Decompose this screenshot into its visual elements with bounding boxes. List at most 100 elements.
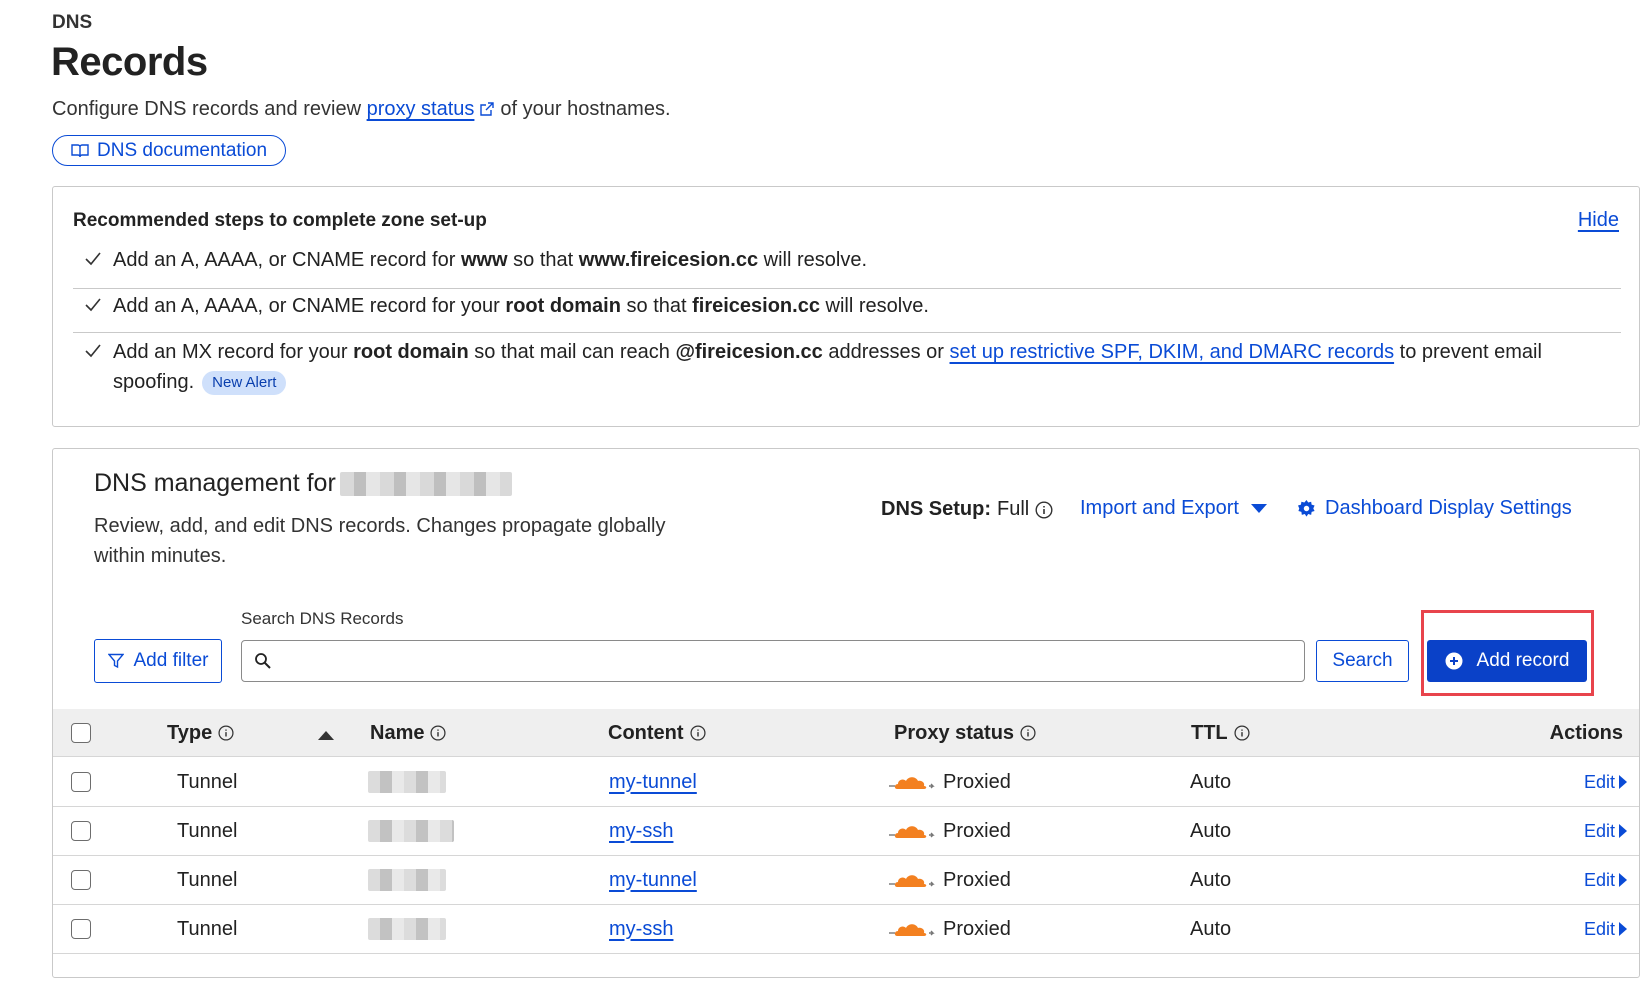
content-link[interactable]: my-ssh bbox=[609, 918, 673, 941]
cell-name bbox=[368, 905, 446, 953]
breadcrumb: DNS bbox=[52, 12, 93, 33]
proxy-status-text: Proxied bbox=[943, 770, 1011, 793]
caret-right-icon bbox=[1619, 873, 1627, 887]
cell-content: my-tunnel bbox=[609, 856, 697, 904]
redacted-name bbox=[368, 820, 454, 842]
column-type[interactable]: Type bbox=[167, 709, 234, 757]
table-row[interactable]: Tunnel my-tunnel Proxied Auto Edit bbox=[53, 856, 1639, 905]
column-ttl[interactable]: TTL bbox=[1191, 709, 1250, 757]
edit-label: Edit bbox=[1583, 918, 1615, 939]
column-content[interactable]: Content bbox=[608, 709, 706, 757]
info-icon[interactable] bbox=[689, 725, 706, 741]
filter-icon bbox=[107, 653, 124, 669]
orange-cloud-icon bbox=[889, 826, 935, 838]
row-checkbox[interactable] bbox=[71, 821, 91, 841]
edit-label: Edit bbox=[1583, 869, 1615, 890]
dns-management-title: DNS management for bbox=[94, 469, 512, 498]
step-bold: root domain bbox=[505, 295, 621, 317]
step-bold: @fireicesion.cc bbox=[675, 341, 823, 363]
content-link[interactable]: my-tunnel bbox=[609, 771, 697, 794]
orange-cloud-icon bbox=[889, 777, 935, 789]
info-icon[interactable] bbox=[1035, 500, 1053, 519]
check-icon bbox=[85, 344, 101, 358]
info-icon[interactable] bbox=[430, 725, 447, 741]
step-bold: root domain bbox=[353, 341, 469, 363]
edit-button[interactable]: Edit bbox=[1584, 919, 1627, 940]
subtitle-text: Configure DNS records and review bbox=[52, 98, 367, 120]
edit-button[interactable]: Edit bbox=[1584, 772, 1627, 793]
cell-actions: Edit bbox=[1584, 856, 1627, 904]
dns-management-card: DNS management for Review, add, and edit… bbox=[52, 448, 1640, 978]
proxy-status-text: Proxied bbox=[943, 868, 1011, 891]
caret-right-icon bbox=[1619, 824, 1627, 838]
info-icon[interactable] bbox=[1020, 725, 1036, 741]
row-checkbox[interactable] bbox=[71, 772, 91, 792]
edit-label: Edit bbox=[1583, 771, 1615, 792]
dashboard-display-settings-link[interactable]: Dashboard Display Settings bbox=[1298, 497, 1572, 520]
column-name[interactable]: Name bbox=[370, 709, 447, 757]
cell-name bbox=[368, 807, 454, 855]
edit-button[interactable]: Edit bbox=[1584, 870, 1627, 891]
check-icon bbox=[85, 298, 101, 312]
cell-content: my-ssh bbox=[609, 905, 673, 953]
step-bold: fireicesion.cc bbox=[692, 295, 820, 317]
proxy-status-text: Proxied bbox=[943, 819, 1011, 842]
recommended-steps-card: Recommended steps to complete zone set-u… bbox=[52, 186, 1640, 427]
cell-proxy-status: Proxied bbox=[889, 807, 1011, 855]
orange-cloud-icon bbox=[889, 875, 935, 887]
import-export-dropdown[interactable]: Import and Export bbox=[1080, 497, 1267, 520]
dns-setup-label: DNS Setup: bbox=[881, 498, 991, 520]
cell-actions: Edit bbox=[1584, 807, 1627, 855]
email-security-records-link[interactable]: set up restrictive SPF, DKIM, and DMARC … bbox=[950, 341, 1395, 363]
table-row[interactable]: Tunnel my-ssh Proxied Auto Edit bbox=[53, 905, 1639, 954]
table-row[interactable]: Tunnel my-tunnel Proxied Auto Edit bbox=[53, 758, 1639, 807]
info-icon[interactable] bbox=[218, 725, 234, 741]
info-icon[interactable] bbox=[1234, 725, 1250, 741]
column-ttl-label: TTL bbox=[1191, 721, 1228, 744]
hide-link[interactable]: Hide bbox=[1578, 209, 1619, 232]
dns-documentation-button[interactable]: DNS documentation bbox=[52, 135, 286, 166]
search-field[interactable] bbox=[280, 650, 1280, 672]
row-checkbox[interactable] bbox=[71, 870, 91, 890]
select-all-checkbox[interactable] bbox=[71, 723, 91, 743]
step-item-www: Add an A, AAAA, or CNAME record for www … bbox=[73, 245, 1621, 289]
table-header: Type Name Content Proxy status TTL Actio… bbox=[53, 709, 1639, 757]
step-text: will resolve. bbox=[758, 249, 868, 271]
step-text: so that mail can reach bbox=[468, 341, 676, 363]
add-filter-button[interactable]: Add filter bbox=[94, 639, 222, 683]
step-text: addresses or bbox=[822, 341, 950, 363]
search-dns-records-input[interactable] bbox=[241, 640, 1305, 682]
plus-circle-icon bbox=[1445, 652, 1463, 670]
caret-down-icon bbox=[1250, 504, 1267, 513]
cell-ttl: Auto bbox=[1190, 770, 1232, 793]
step-text: Add an MX record for your bbox=[113, 341, 354, 363]
sort-ascending-icon[interactable] bbox=[318, 731, 334, 740]
proxy-status-link[interactable]: proxy status bbox=[367, 98, 475, 120]
cell-ttl: Auto bbox=[1190, 819, 1232, 842]
cell-name bbox=[368, 856, 446, 904]
row-checkbox[interactable] bbox=[71, 919, 91, 939]
column-proxy-status[interactable]: Proxy status bbox=[894, 709, 1036, 757]
add-filter-label: Add filter bbox=[133, 650, 209, 671]
orange-cloud-icon bbox=[889, 924, 935, 936]
new-alert-badge: New Alert bbox=[202, 371, 287, 395]
proxy-status-text: Proxied bbox=[943, 917, 1011, 940]
dns-setup-value: Full bbox=[997, 498, 1030, 520]
search-button[interactable]: Search bbox=[1316, 640, 1409, 682]
step-text: Add an A, AAAA, or CNAME record for bbox=[113, 249, 461, 271]
cell-actions: Edit bbox=[1584, 758, 1627, 806]
cell-actions: Edit bbox=[1584, 905, 1627, 953]
import-export-label: Import and Export bbox=[1080, 497, 1239, 519]
step-item-mx: Add an MX record for your root domain so… bbox=[73, 335, 1621, 405]
book-icon bbox=[71, 143, 89, 157]
add-record-button[interactable]: Add record bbox=[1427, 640, 1587, 682]
content-link[interactable]: my-ssh bbox=[609, 820, 673, 843]
table-row[interactable]: Tunnel my-ssh Proxied Auto Edit bbox=[53, 807, 1639, 856]
search-label: Search DNS Records bbox=[241, 609, 404, 628]
cell-ttl: Auto bbox=[1190, 917, 1232, 940]
edit-button[interactable]: Edit bbox=[1584, 821, 1627, 842]
external-link-icon bbox=[480, 102, 495, 116]
caret-right-icon bbox=[1619, 775, 1627, 789]
dns-management-description: Review, add, and edit DNS records. Chang… bbox=[94, 515, 666, 567]
content-link[interactable]: my-tunnel bbox=[609, 869, 697, 892]
